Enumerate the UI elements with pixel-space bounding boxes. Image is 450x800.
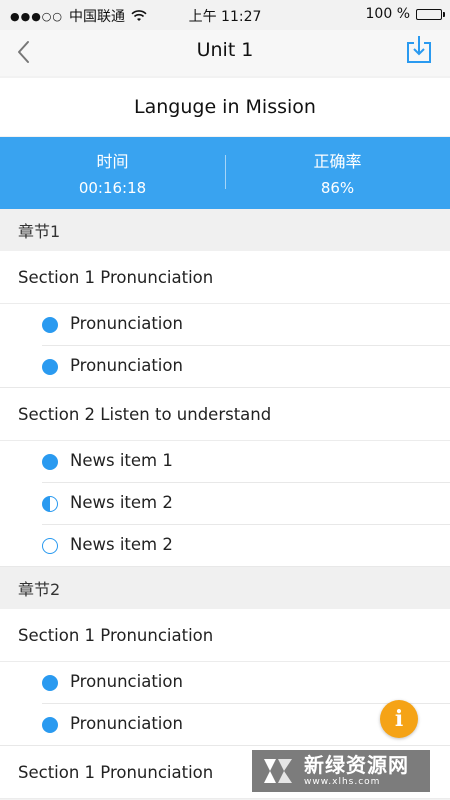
lesson-item[interactable]: Pronunciation bbox=[0, 304, 450, 346]
page-title: Unit 1 bbox=[196, 39, 254, 61]
info-button[interactable]: i bbox=[380, 700, 418, 738]
row-divider bbox=[0, 387, 450, 388]
progress-full-icon bbox=[42, 359, 58, 375]
progress-half-icon bbox=[42, 496, 58, 512]
chapter-header: 章节1 bbox=[0, 209, 450, 251]
progress-full-icon bbox=[42, 717, 58, 733]
watermark-title: 新绿资源网 bbox=[304, 753, 409, 777]
section-row[interactable]: Section 1 Pronunciation bbox=[0, 609, 450, 662]
mission-title: Languge in Mission bbox=[0, 78, 450, 136]
progress-full-icon bbox=[42, 317, 58, 333]
status-right: 100 % bbox=[365, 6, 445, 22]
progress-full-icon bbox=[42, 675, 58, 691]
lesson-item[interactable]: News item 1 bbox=[0, 441, 450, 483]
progress-full-icon bbox=[42, 454, 58, 470]
accuracy-value: 86% bbox=[320, 179, 355, 197]
lesson-item-label: Pronunciation bbox=[70, 672, 183, 691]
time-label: 时间 bbox=[96, 152, 129, 171]
row-divider bbox=[0, 566, 450, 567]
status-bar: ●●●○○ 中国联通 上午 11:27 100 % bbox=[0, 0, 450, 30]
watermark-logo bbox=[264, 759, 292, 783]
info-icon: i bbox=[394, 706, 404, 732]
time-value: 00:16:18 bbox=[78, 179, 147, 197]
progress-empty-icon bbox=[42, 538, 58, 554]
app-screen: ●●●○○ 中国联通 上午 11:27 100 % Unit 1 Languge… bbox=[0, 0, 450, 800]
lesson-item-label: News item 1 bbox=[70, 451, 173, 470]
battery-icon bbox=[416, 8, 445, 20]
watermark: 新绿资源网 www.xlhs.com bbox=[252, 750, 430, 792]
accuracy-stat: 正确率 86% bbox=[225, 151, 450, 199]
watermark-text: 新绿资源网 www.xlhs.com bbox=[304, 755, 409, 787]
time-stat: 时间 00:16:18 bbox=[0, 151, 225, 199]
chapter-header: 章节2 bbox=[0, 567, 450, 609]
lesson-item-label: Pronunciation bbox=[70, 314, 183, 333]
nav-bar: Unit 1 bbox=[0, 30, 450, 76]
lesson-item-label: News item 2 bbox=[70, 535, 173, 554]
lesson-item[interactable]: News item 2 bbox=[0, 483, 450, 525]
lesson-item[interactable]: News item 2 bbox=[0, 525, 450, 567]
section-row[interactable]: Section 1 Pronunciation bbox=[0, 251, 450, 304]
lesson-item-label: Pronunciation bbox=[70, 714, 183, 733]
lesson-item-label: Pronunciation bbox=[70, 356, 183, 375]
section-row[interactable]: Section 2 Listen to understand bbox=[0, 388, 450, 441]
download-icon bbox=[407, 36, 431, 63]
battery-percent: 100 % bbox=[365, 6, 410, 22]
lesson-item[interactable]: Pronunciation bbox=[0, 346, 450, 388]
watermark-url: www.xlhs.com bbox=[304, 777, 381, 787]
stats-bar: 时间 00:16:18 正确率 86% bbox=[0, 137, 450, 209]
accuracy-label: 正确率 bbox=[313, 152, 362, 171]
download-button[interactable] bbox=[406, 34, 432, 64]
lesson-item-label: News item 2 bbox=[70, 493, 173, 512]
lesson-item[interactable]: Pronunciation bbox=[0, 662, 450, 704]
row-divider bbox=[0, 745, 450, 746]
